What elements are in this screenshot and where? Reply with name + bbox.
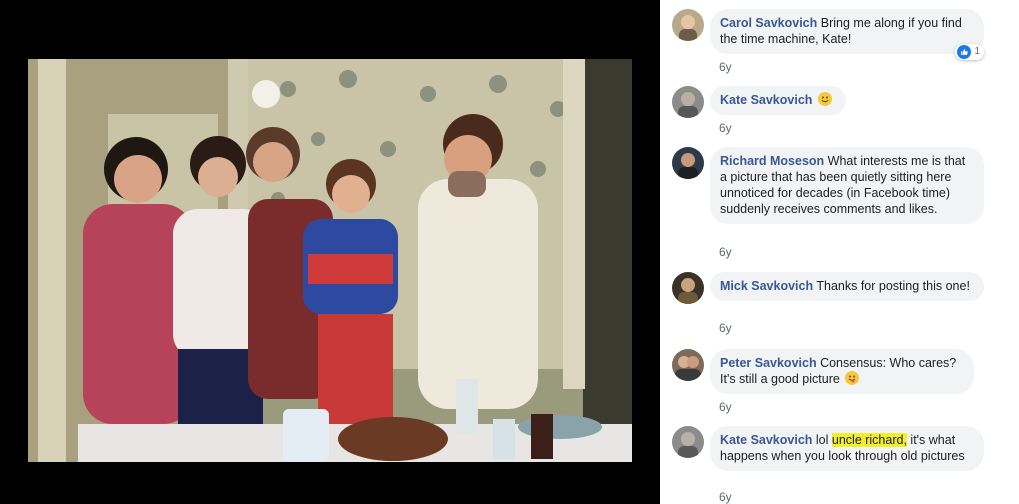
comment-bubble: Peter Savkovich Consensus: Who cares? It… [710,349,974,394]
comment-text: Thanks for posting this one! [816,279,970,293]
avatar[interactable] [672,272,704,304]
comments-panel: Carol Savkovich Bring me along if you fi… [660,0,1019,504]
commenter-name[interactable]: Carol Savkovich [720,16,817,30]
comment-timestamp[interactable]: 6y [719,321,732,335]
avatar[interactable] [672,9,704,41]
comment-kate-2: Kate Savkovich lol uncle richard, it's w… [672,426,1012,504]
avatar-image [672,426,704,458]
commenter-name[interactable]: Peter Savkovich [720,356,817,370]
reaction-count[interactable]: 1 [955,44,984,60]
highlighted-text: uncle richard, [831,433,907,447]
comment-carol: Carol Savkovich Bring me along if you fi… [672,9,1012,75]
tongue-emoji-icon [845,371,860,385]
comment-timestamp[interactable]: 6y [719,245,732,259]
avatar-image [672,86,704,118]
avatar[interactable] [672,147,704,179]
commenter-name[interactable]: Mick Savkovich [720,279,813,293]
family-photo-image [28,59,632,462]
comment-bubble: Richard Moseson What interests me is tha… [710,147,984,224]
comment-bubble: Kate Savkovich lol uncle richard, it's w… [710,426,984,471]
family-photo[interactable] [28,59,632,462]
commenter-name[interactable]: Kate Savkovich [720,433,812,447]
comment-text-pre: lol [815,433,832,447]
comment-peter: Peter Savkovich Consensus: Who cares? It… [672,349,1012,415]
avatar-image [672,349,704,381]
like-icon [957,45,972,59]
avatar[interactable] [672,349,704,381]
avatar-image [672,9,704,41]
comment-bubble: Mick Savkovich Thanks for posting this o… [710,272,984,301]
comment-timestamp[interactable]: 6y [719,400,732,414]
comment-timestamp[interactable]: 6y [719,490,732,504]
comment-bubble: Carol Savkovich Bring me along if you fi… [710,9,984,60]
avatar-image [672,147,704,179]
smile-emoji-icon [817,92,832,106]
comment-mick: Mick Savkovich Thanks for posting this o… [672,272,1012,338]
photo-viewer [0,0,660,504]
comment-richard: Richard Moseson What interests me is tha… [672,147,1012,262]
comment-bubble: Kate Savkovich [710,86,846,115]
avatar-image [672,272,704,304]
comment-kate-1: Kate Savkovich 6y [672,86,1012,136]
avatar[interactable] [672,426,704,458]
avatar[interactable] [672,86,704,118]
commenter-name[interactable]: Kate Savkovich [720,93,812,107]
reaction-number: 1 [974,46,980,57]
comment-timestamp[interactable]: 6y [719,121,732,135]
comment-timestamp[interactable]: 6y [719,60,732,74]
commenter-name[interactable]: Richard Moseson [720,154,824,168]
